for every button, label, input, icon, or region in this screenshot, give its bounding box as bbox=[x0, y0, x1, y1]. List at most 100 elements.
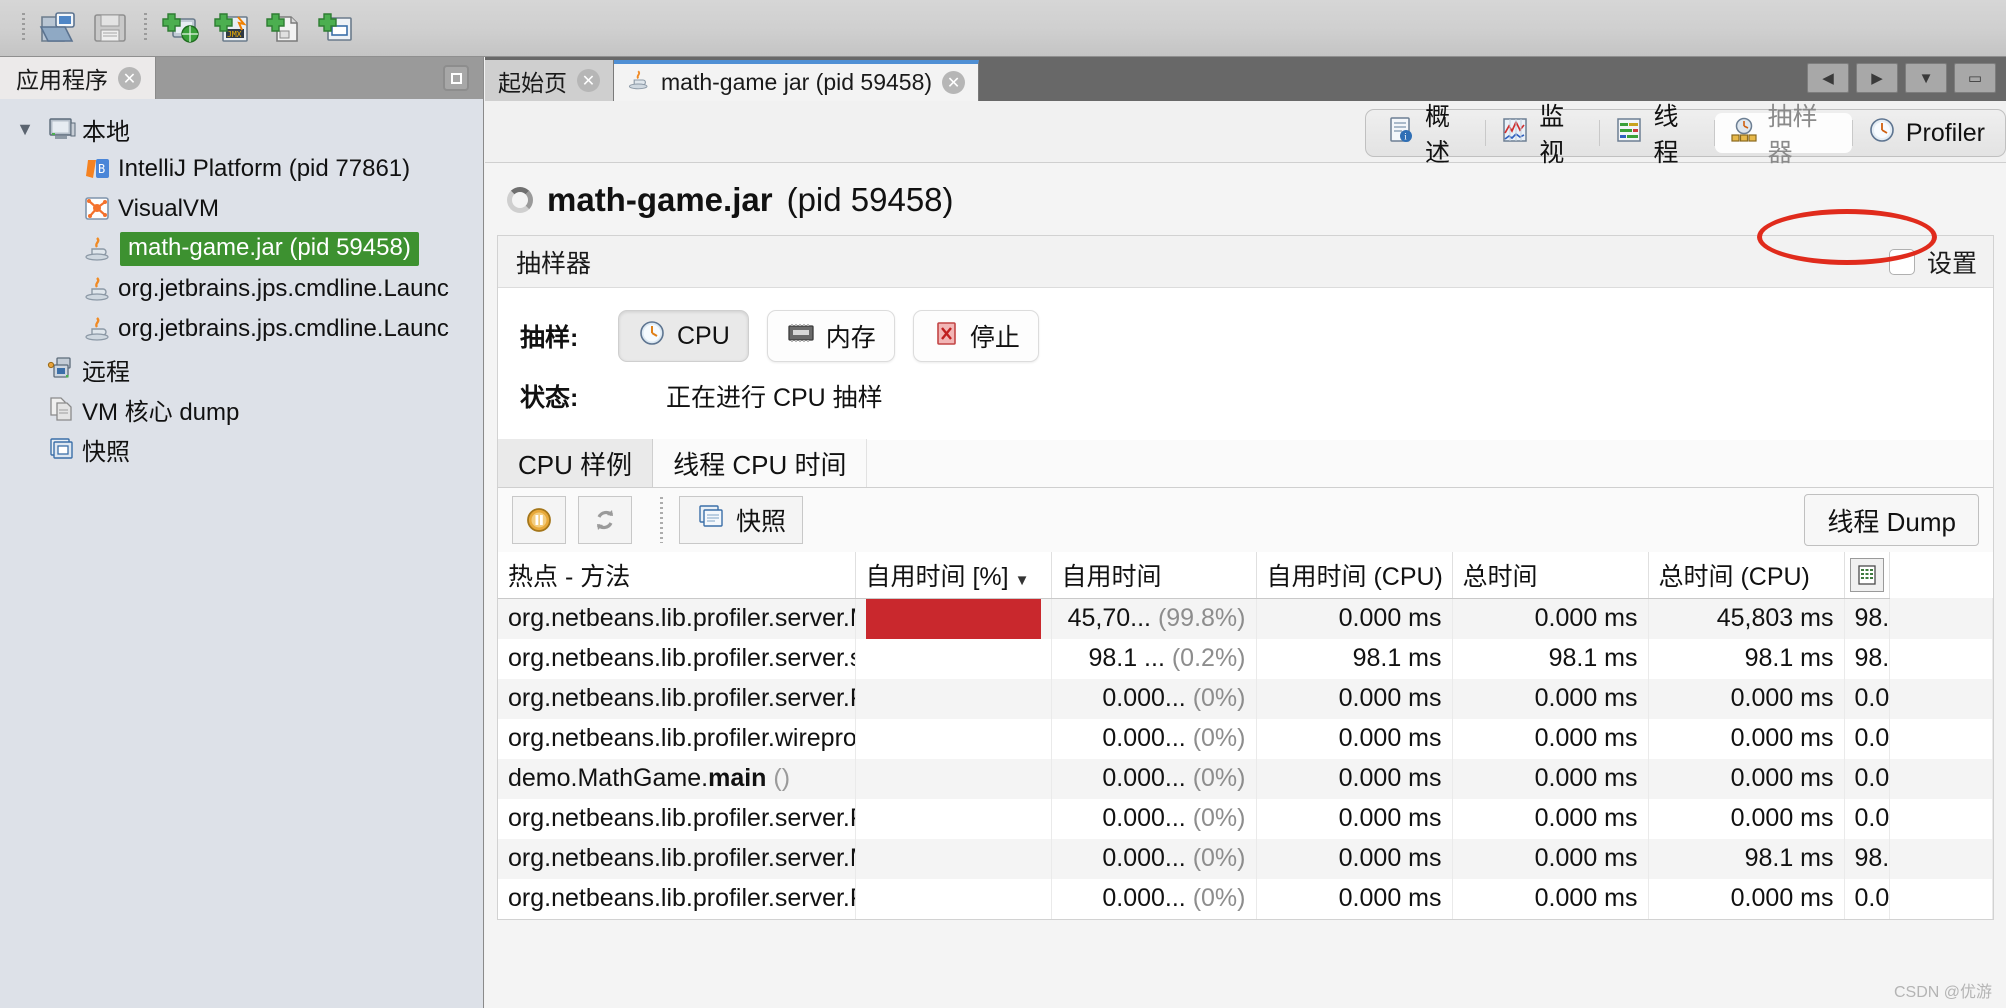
tree-item-jps-launcher-2-label: org.jetbrains.jps.cmdline.Launc bbox=[118, 315, 449, 342]
cell-self-time: 0.000 ms bbox=[1256, 598, 1453, 639]
add-snapshot-icon[interactable] bbox=[310, 5, 362, 51]
tree-item-snapshots[interactable]: 快照 bbox=[0, 429, 483, 469]
tab-thread-cpu-time[interactable]: 线程 CPU 时间 bbox=[653, 439, 868, 487]
doc-tab-start-page[interactable]: 起始页 ✕ bbox=[485, 60, 614, 101]
thread-dump-button[interactable]: 线程 Dump bbox=[1804, 494, 1979, 546]
tree-item-intellij-platform[interactable]: B IntelliJ Platform (pid 77861) bbox=[0, 149, 483, 189]
tree-item-local[interactable]: ▼ 本地 bbox=[0, 109, 483, 149]
clock-icon bbox=[637, 318, 667, 355]
applications-tabstrip: 应用程序 ✕ bbox=[0, 57, 483, 99]
chevron-down-icon[interactable]: ▼ bbox=[8, 119, 42, 140]
subtab-profiler[interactable]: Profiler bbox=[1853, 113, 1999, 153]
cpu-sampling-label: CPU bbox=[677, 321, 730, 350]
close-icon[interactable]: ✕ bbox=[577, 69, 600, 92]
settings-checkbox[interactable] bbox=[1888, 248, 1915, 275]
scroll-right-icon[interactable]: ▶ bbox=[1856, 63, 1898, 93]
column-header-total-time[interactable]: 总时间 bbox=[1452, 552, 1649, 599]
cell-spacer bbox=[1889, 638, 1993, 679]
snapshot-icon bbox=[696, 503, 726, 538]
cell-self-time: 0.000 ms bbox=[1256, 798, 1453, 839]
add-jmx-connection-icon[interactable]: JMX bbox=[206, 5, 258, 51]
grid-icon[interactable] bbox=[1849, 557, 1884, 592]
column-header-method[interactable]: 热点 - 方法 bbox=[498, 552, 856, 599]
column-header-self-time-cpu[interactable]: 自用时间 (CPU) bbox=[1256, 552, 1453, 599]
tab-applications-label: 应用程序 bbox=[16, 67, 108, 93]
tab-list-dropdown-icon[interactable]: ▼ bbox=[1905, 63, 1947, 93]
cell-total-time-cpu: 0.000 ms bbox=[1844, 678, 1890, 719]
column-header-self-time-pct[interactable]: 自用时间 [%] ▼ bbox=[855, 552, 1052, 599]
tree-item-math-game[interactable]: math-game.jar (pid 59458) bbox=[0, 229, 483, 269]
close-icon[interactable]: ✕ bbox=[118, 66, 141, 90]
cpu-sampling-button[interactable]: CPU bbox=[618, 310, 749, 362]
cell-total-time: 0.000 ms bbox=[1648, 718, 1845, 759]
settings-label: 设置 bbox=[1926, 249, 1977, 278]
sampling-controls-row: 抽样: CPU 内存 停止 bbox=[498, 288, 1993, 368]
table-row[interactable]: demo.MathGame.main () 0.000... (0%) 0.000 … bbox=[498, 758, 1993, 799]
add-vm-coredump-icon[interactable] bbox=[258, 5, 310, 51]
self-time-bar bbox=[865, 598, 1041, 639]
add-remote-host-icon[interactable] bbox=[154, 5, 206, 51]
minimize-icon[interactable] bbox=[443, 65, 469, 91]
snapshot-icon bbox=[42, 435, 82, 463]
table-row[interactable]: org.netbeans.lib.profiler.wireprotocol 0.… bbox=[498, 718, 1993, 759]
profiler-icon bbox=[1867, 115, 1897, 152]
stop-sampling-label: 停止 bbox=[969, 324, 1020, 352]
cell-total-time: 0.000 ms bbox=[1648, 758, 1845, 799]
doc-tab-start-page-label: 起始页 bbox=[498, 69, 567, 96]
refresh-icon[interactable] bbox=[578, 496, 632, 544]
save-icon[interactable] bbox=[84, 5, 136, 51]
subtab-threads[interactable]: 线程 bbox=[1600, 103, 1713, 167]
cell-self-time-cpu: 0.000 ms bbox=[1452, 678, 1649, 719]
memory-sampling-button[interactable]: 内存 bbox=[766, 310, 895, 362]
column-header-total-time-cpu[interactable]: 总时间 (CPU) bbox=[1648, 552, 1845, 599]
open-file-icon[interactable] bbox=[32, 5, 84, 51]
monitor-icon bbox=[1500, 115, 1530, 152]
java-icon bbox=[78, 315, 118, 343]
close-icon[interactable]: ✕ bbox=[942, 71, 966, 94]
tree-item-remote[interactable]: 远程 bbox=[0, 349, 483, 389]
tree-item-visualvm[interactable]: VisualVM bbox=[0, 189, 483, 229]
column-chooser-cell bbox=[1844, 552, 1890, 599]
stop-icon bbox=[932, 318, 960, 355]
tree-item-visualvm-label: VisualVM bbox=[118, 195, 219, 222]
scroll-left-icon[interactable]: ◀ bbox=[1807, 63, 1849, 93]
cell-total-time: 45,803 ms bbox=[1648, 598, 1845, 639]
cell-self-time-cpu: 0.000 ms bbox=[1452, 838, 1649, 879]
maximize-icon[interactable]: ▭ bbox=[1954, 63, 1996, 93]
tree-item-snapshots-label: 快照 bbox=[82, 438, 130, 466]
coredump-icon bbox=[42, 395, 82, 423]
subtab-overview[interactable]: i 概述 bbox=[1372, 103, 1485, 167]
sampler-header: 抽样器 设置 bbox=[498, 236, 1993, 288]
doc-tab-math-game-label: math-game jar (pid 59458) bbox=[661, 69, 933, 95]
settings-toggle[interactable]: 设置 bbox=[1888, 244, 1977, 280]
cell-self-time: 0.000 ms bbox=[1256, 838, 1453, 879]
column-header-self-time[interactable]: 自用时间 bbox=[1051, 552, 1257, 599]
cell-total-time: 0.000 ms bbox=[1648, 678, 1845, 719]
take-snapshot-label: 快照 bbox=[736, 508, 787, 536]
take-snapshot-button[interactable]: 快照 bbox=[679, 496, 804, 544]
table-row[interactable]: org.netbeans.lib.profiler.server.Monit 0.… bbox=[498, 838, 1993, 879]
tab-cpu-samples[interactable]: CPU 样例 bbox=[498, 439, 654, 487]
cell-self-time: 0.000 ms bbox=[1256, 678, 1453, 719]
remote-icon bbox=[42, 355, 82, 383]
subtab-sampler[interactable]: 抽样器 bbox=[1714, 103, 1852, 167]
table-row[interactable]: org.netbeans.lib.profiler.server.Profile… bbox=[498, 678, 1993, 719]
cell-total-time-cpu: 0.000 ms bbox=[1844, 718, 1890, 759]
cell-total-time: 0.000 ms bbox=[1648, 798, 1845, 839]
table-row[interactable]: org.netbeans.lib.profiler.server.Profile… bbox=[498, 798, 1993, 839]
subtab-monitor[interactable]: 监视 bbox=[1486, 103, 1599, 167]
tree-item-jps-launcher-1[interactable]: org.jetbrains.jps.cmdline.Launc bbox=[0, 269, 483, 309]
doc-tab-math-game[interactable]: math-game jar (pid 59458) ✕ bbox=[614, 60, 980, 101]
cell-method: org.netbeans.lib.profiler.server.Profile bbox=[498, 878, 856, 919]
table-row[interactable]: org.netbeans.lib.profiler.server.Profile… bbox=[498, 878, 1993, 919]
tree-item-jps-launcher-2[interactable]: org.jetbrains.jps.cmdline.Launc bbox=[0, 309, 483, 349]
table-row[interactable]: org.netbeans.lib.profiler.server.syster 9… bbox=[498, 638, 1993, 679]
tree-item-vm-coredump[interactable]: VM 核心 dump bbox=[0, 389, 483, 429]
tab-applications[interactable]: 应用程序 ✕ bbox=[0, 57, 156, 99]
main-toolbar: JMX bbox=[0, 0, 2006, 57]
pause-icon[interactable] bbox=[512, 496, 566, 544]
stop-sampling-button[interactable]: 停止 bbox=[912, 310, 1039, 362]
hotspots-table-body: org.netbeans.lib.profiler.server.Monit 45… bbox=[498, 598, 1993, 919]
document-tabstrip: 起始页 ✕ math-game jar (pid 59458) ✕ ◀ ▶ ▼ bbox=[485, 57, 2006, 101]
table-row[interactable]: org.netbeans.lib.profiler.server.Monit 45… bbox=[498, 598, 1993, 639]
